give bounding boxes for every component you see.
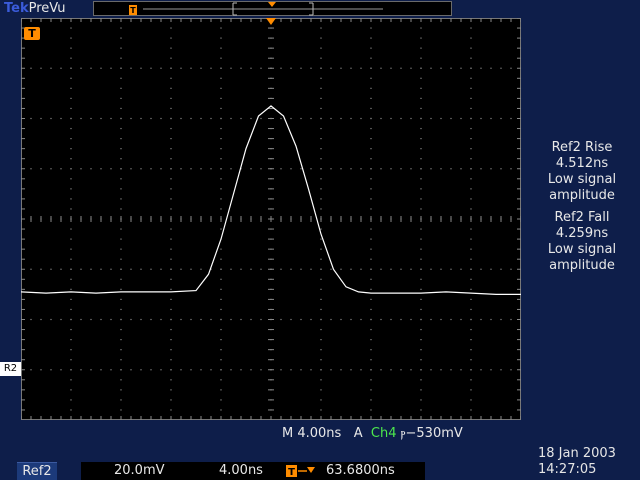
measurement-rise[interactable]: Ref2 Rise 4.512ns Low signal amplitude bbox=[528, 140, 636, 204]
trigger-mode: A bbox=[353, 426, 363, 441]
measurement-value: 4.259ns bbox=[555, 226, 609, 241]
volts-per-div[interactable]: 20.0mV bbox=[114, 463, 165, 479]
measurement-value: 4.512ns bbox=[555, 156, 609, 171]
measurement-label: Ref2 Rise bbox=[551, 140, 613, 155]
trigger-position-icon: T bbox=[286, 465, 315, 478]
timebase-trigger-readout: M 4.00ns A Ch4 ⲣ−530mV bbox=[282, 426, 463, 442]
time-per-div[interactable]: 4.00ns bbox=[219, 463, 263, 479]
record-position-marker bbox=[268, 2, 276, 7]
measurement-note: Low signal amplitude bbox=[547, 242, 617, 273]
measurement-note: Low signal amplitude bbox=[547, 172, 617, 203]
trigger-position-marker[interactable] bbox=[266, 18, 276, 26]
grid-layer bbox=[21, 18, 521, 420]
time-text: 14:27:05 bbox=[538, 462, 597, 477]
brand-logo: TekPreVu bbox=[4, 0, 66, 18]
trigger-t-marker[interactable]: T bbox=[24, 27, 40, 40]
measurement-label: Ref2 Fall bbox=[554, 210, 610, 225]
trigger-level[interactable]: −530mV bbox=[406, 426, 463, 441]
record-view-indicator: T bbox=[129, 2, 383, 16]
trigger-source[interactable]: Ch4 bbox=[371, 426, 397, 441]
timebase-mode: M bbox=[282, 426, 294, 441]
trigger-position-value[interactable]: 63.6800ns bbox=[326, 463, 395, 479]
measurement-fall[interactable]: Ref2 Fall 4.259ns Low signal amplitude bbox=[528, 210, 636, 274]
datetime-display: 18 Jan 2003 14:27:05 bbox=[538, 446, 638, 478]
acquisition-mode: PreVu bbox=[28, 1, 66, 16]
date-text: 18 Jan 2003 bbox=[538, 446, 616, 461]
ref2-ground-marker[interactable]: R2 bbox=[0, 362, 21, 376]
brand-name: Tek bbox=[4, 1, 29, 16]
graticule bbox=[21, 18, 521, 420]
ref2-trace bbox=[21, 105, 521, 295]
timebase-value[interactable]: 4.00ns bbox=[297, 426, 341, 441]
ref2-channel-tag[interactable]: Ref2 bbox=[17, 462, 57, 480]
record-trigger-glyph: T bbox=[130, 6, 136, 15]
measurement-panel: Ref2 Rise 4.512ns Low signal amplitude R… bbox=[528, 140, 636, 280]
svg-text:T: T bbox=[288, 467, 295, 478]
